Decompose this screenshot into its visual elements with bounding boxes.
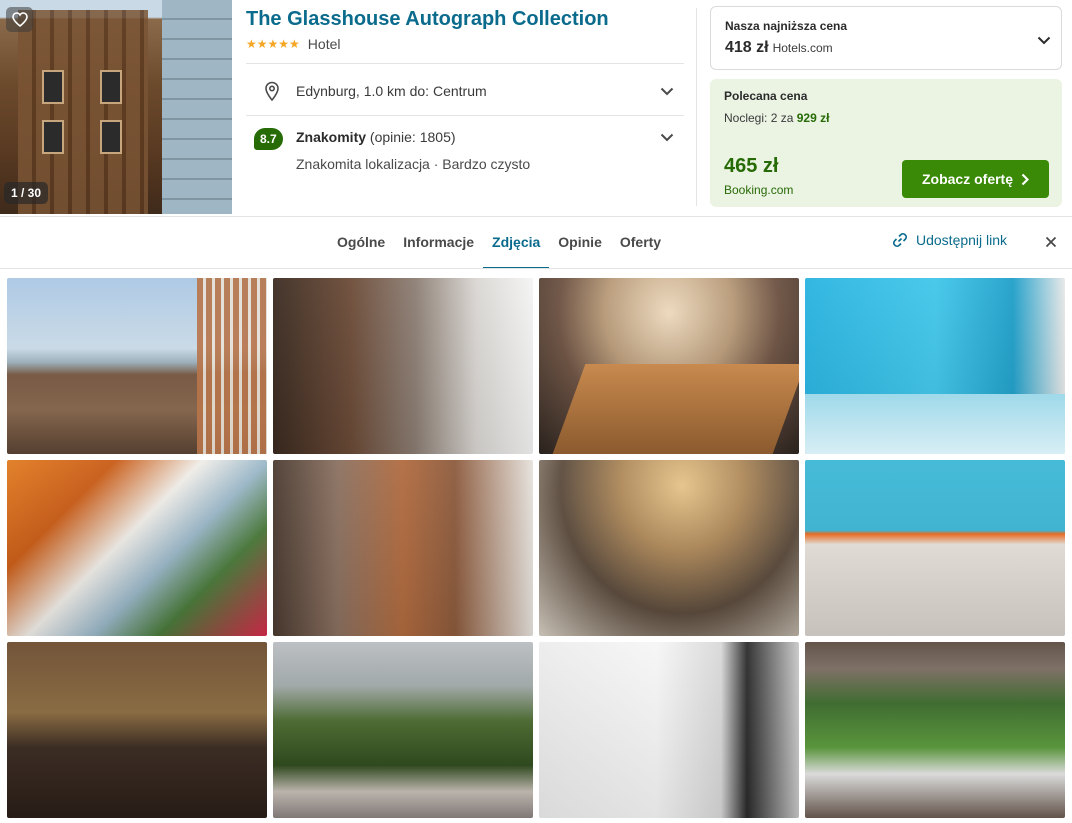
photo-window [42, 120, 64, 154]
gallery-photo[interactable] [805, 642, 1065, 818]
hotel-main-photo[interactable]: 1 / 30 [0, 0, 232, 214]
gallery-photo[interactable] [7, 460, 267, 636]
gallery-photo[interactable] [273, 460, 533, 636]
lowest-price-provider: Hotels.com [772, 41, 833, 55]
map-pin-icon [260, 79, 284, 103]
gallery-photo[interactable] [273, 278, 533, 454]
location-text: Edynburg, 1.0 km do: Centrum [296, 83, 487, 99]
gallery-photo[interactable] [539, 278, 799, 454]
chevron-down-icon[interactable] [658, 128, 676, 146]
location-row[interactable]: Edynburg, 1.0 km do: Centrum [246, 68, 684, 114]
recommended-provider: Booking.com [724, 183, 794, 197]
nights-info: Noclegi: 2 za 929 zł [724, 111, 829, 125]
rating-summary: Znakomity (opinie: 1805) [296, 129, 456, 145]
gallery-photo[interactable] [805, 278, 1065, 454]
tab-reviews[interactable]: Opinie [549, 216, 611, 268]
rating-label: Znakomity [296, 129, 367, 145]
view-offer-button[interactable]: Zobacz ofertę [902, 160, 1049, 198]
recommended-price-box: Polecana cena Noclegi: 2 za 929 zł 465 z… [710, 79, 1062, 207]
divider [246, 115, 684, 116]
chevron-down-icon[interactable] [658, 82, 676, 100]
nights-total: 929 zł [796, 111, 830, 125]
gallery-photo[interactable] [805, 460, 1065, 636]
divider [0, 268, 1072, 269]
recommended-price: 465 zł [724, 155, 779, 177]
vertical-divider [696, 8, 697, 206]
rating-highlights: Znakomita lokalizacja · Bardzo czysto [296, 156, 531, 172]
tab-info[interactable]: Informacje [394, 216, 483, 268]
heart-icon [11, 12, 28, 27]
nights-text: Noclegi: 2 za [724, 111, 794, 125]
hotel-name[interactable]: The Glasshouse Autograph Collection [246, 8, 609, 31]
gallery-photo[interactable] [539, 460, 799, 636]
share-link-label: Udostępnij link [916, 232, 1008, 248]
chevron-right-icon [1021, 173, 1029, 185]
hotel-category: ★★★★★ Hotel [246, 36, 340, 52]
hotel-type: Hotel [307, 36, 341, 52]
lowest-price-amount: 418 zł [725, 39, 769, 56]
tab-photos[interactable]: Zdjęcia [483, 216, 550, 269]
photo-counter: 1 / 30 [4, 182, 49, 204]
gallery-photo[interactable] [539, 642, 799, 818]
view-offer-label: Zobacz ofertę [921, 171, 1013, 187]
section-tabs: Ogólne Informacje Zdjęcia Opinie Oferty [328, 216, 670, 269]
tab-overview[interactable]: Ogólne [328, 216, 394, 268]
rating-score-badge: 8.7 [254, 128, 283, 150]
photo-window [100, 120, 122, 154]
photo-gallery [7, 278, 1066, 818]
rating-row[interactable]: 8.7 Znakomity (opinie: 1805) Znakomita l… [246, 118, 684, 188]
lowest-price-box[interactable]: Nasza najniższa cena 418 zł Hotels.com [710, 6, 1062, 70]
close-icon [1045, 236, 1057, 248]
gallery-photo[interactable] [7, 642, 267, 818]
lowest-price-value: 418 zł Hotels.com [725, 39, 833, 57]
recommended-label: Polecana cena [724, 89, 808, 103]
rating-review-count: (opinie: 1805) [369, 129, 456, 145]
gallery-photo[interactable] [273, 642, 533, 818]
hotel-detail-panel: 1 / 30 The Glasshouse Autograph Collecti… [0, 0, 1072, 823]
lowest-price-label: Nasza najniższa cena [725, 19, 848, 33]
close-button[interactable] [1042, 233, 1060, 251]
tab-deals[interactable]: Oferty [611, 216, 670, 268]
photo-window [42, 70, 64, 104]
gallery-photo[interactable] [7, 278, 267, 454]
share-link-button[interactable]: Udostępnij link [892, 232, 1007, 248]
star-rating: ★★★★★ [246, 37, 300, 51]
chevron-down-icon[interactable] [1035, 31, 1053, 49]
photo-glass-facade [162, 0, 232, 214]
divider [246, 63, 684, 64]
favorite-button[interactable] [6, 7, 33, 32]
link-icon [892, 232, 908, 248]
photo-window [100, 70, 122, 104]
